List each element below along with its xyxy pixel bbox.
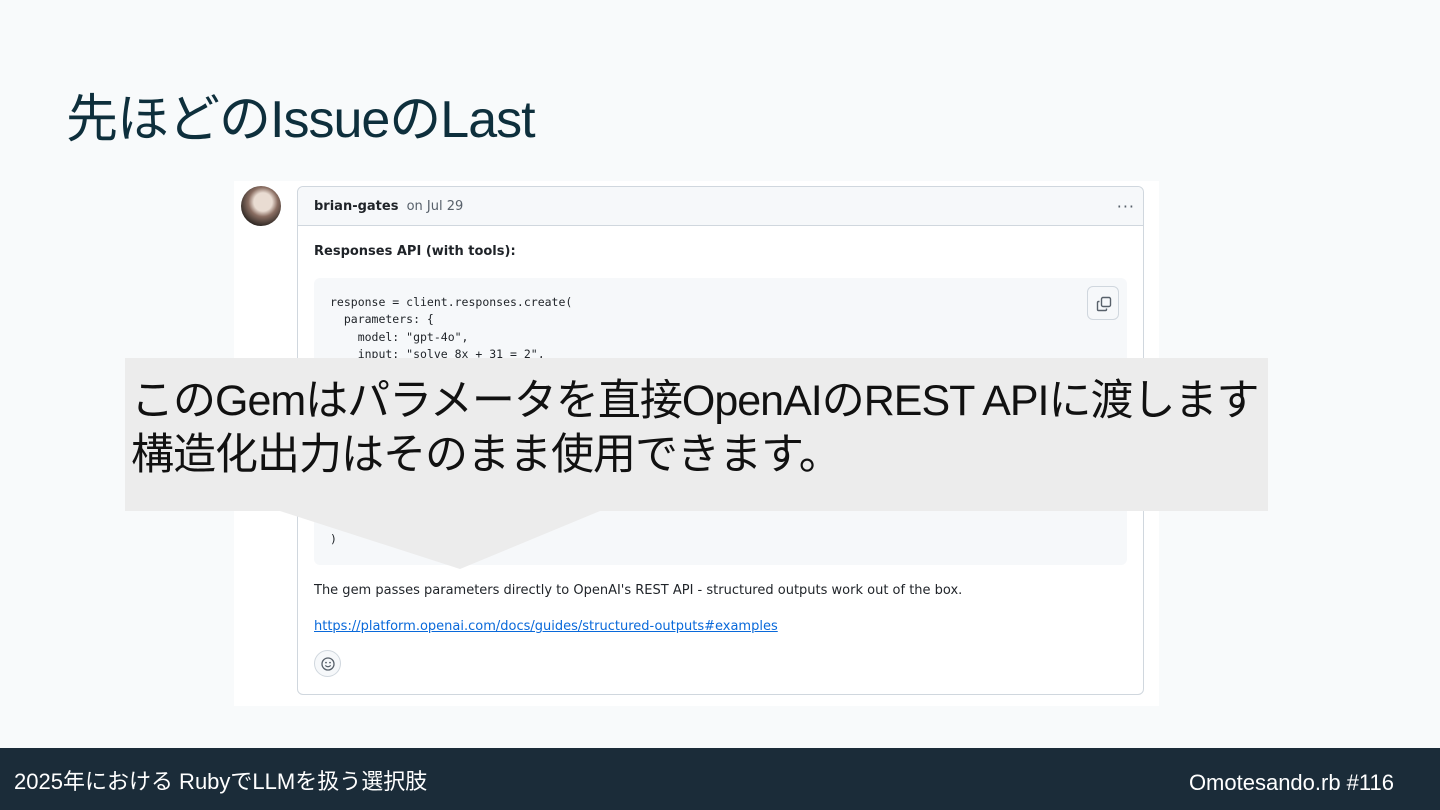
- code-line: model: "gpt-4o",: [330, 329, 469, 344]
- callout-text: このGemはパラメータを直接OpenAIのREST APIに渡します 構造化出力…: [131, 377, 1260, 479]
- comment-author[interactable]: brian-gates: [314, 199, 398, 214]
- section-label: Responses API (with tools):: [314, 244, 516, 259]
- footer-bar: 2025年における RubyでLLMを扱う選択肢 Omotesando.rb #…: [0, 748, 1440, 810]
- comment-date[interactable]: on Jul 29: [407, 199, 464, 214]
- comment-body-text: The gem passes parameters directly to Op…: [314, 583, 963, 598]
- copy-button[interactable]: [1087, 286, 1119, 320]
- smiley-icon: [321, 657, 335, 671]
- slide-title: 先ほどのIssueのLast: [66, 91, 536, 149]
- footer-presentation-title: 2025年における RubyでLLMを扱う選択肢: [14, 769, 428, 794]
- avatar[interactable]: [241, 186, 281, 226]
- footer-event-name: Omotesando.rb #116: [1188, 770, 1394, 795]
- copy-icon: [1096, 296, 1112, 312]
- callout-pointer: [280, 511, 600, 569]
- docs-link[interactable]: https://platform.openai.com/docs/guides/…: [314, 619, 778, 634]
- callout-box: このGemはパラメータを直接OpenAIのREST APIに渡します 構造化出力…: [125, 358, 1268, 511]
- add-reaction-button[interactable]: [314, 650, 341, 677]
- kebab-horizontal-icon[interactable]: ···: [1117, 187, 1135, 226]
- code-line: response = client.responses.create(: [330, 295, 573, 309]
- code-line: parameters: {: [330, 312, 434, 327]
- comment-header: brian-gates on Jul 29 ···: [298, 187, 1143, 226]
